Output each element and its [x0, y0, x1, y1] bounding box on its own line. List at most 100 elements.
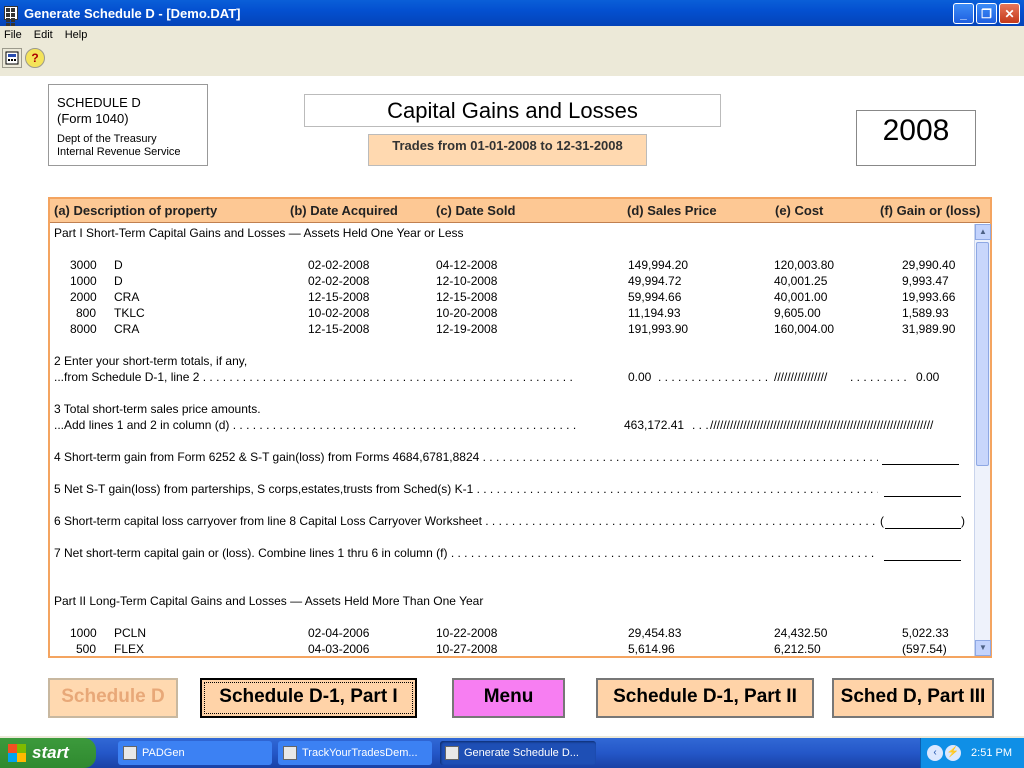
row-symbol: TKLC	[114, 306, 145, 320]
start-button[interactable]: start	[0, 738, 96, 768]
scroll-up-icon[interactable]: ▲	[975, 224, 991, 240]
menu-button[interactable]: Menu	[452, 678, 565, 718]
scroll-down-icon[interactable]: ▼	[975, 640, 991, 656]
sched-d-part3-button[interactable]: Sched D, Part III	[832, 678, 994, 718]
row-date-sold: 10-27-2008	[436, 642, 498, 656]
schedule-d1-part2-button[interactable]: Schedule D-1, Part II	[596, 678, 814, 718]
row-cost: 40,001.25	[774, 274, 828, 288]
taskbar: start PADGen TrackYourTradesDem... Gener…	[0, 738, 1024, 768]
scroll-thumb[interactable]	[976, 242, 989, 466]
line2-leader: . . . . . . . . . . . . . . . . .	[658, 370, 768, 384]
dept-treasury: Dept of the Treasury	[57, 133, 157, 145]
task-label: PADGen	[142, 747, 185, 759]
client-area: SCHEDULE D (Form 1040) Dept of the Treas…	[0, 76, 1024, 736]
row-symbol: D	[114, 274, 123, 288]
line3-label: 3 Total short-term sales price amounts.	[54, 402, 261, 416]
menu-edit[interactable]: Edit	[34, 29, 53, 41]
page-title: Capital Gains and Losses	[304, 94, 721, 127]
window-title: Generate Schedule D - [Demo.DAT]	[24, 5, 241, 21]
grid-body[interactable]: Part I Short-Term Capital Gains and Loss…	[50, 224, 974, 656]
row-symbol: CRA	[114, 322, 140, 336]
line2-label: 2 Enter your short-term totals, if any,	[54, 354, 248, 368]
help-icon[interactable]: ?	[25, 48, 45, 68]
row-gain: 1,589.93	[902, 306, 949, 320]
menu-file[interactable]: File	[4, 29, 22, 41]
network-icon[interactable]: ⚡	[945, 745, 961, 761]
part2-heading: Part II Long-Term Capital Gains and Loss…	[54, 594, 484, 608]
line4-label: 4 Short-term gain from Form 6252 & S-T g…	[54, 450, 878, 464]
row-sales-price: 149,994.20	[628, 258, 689, 272]
row-date-sold: 10-20-2008	[436, 306, 498, 320]
task-trackyourtrades[interactable]: TrackYourTradesDem...	[278, 741, 432, 765]
menu-help[interactable]: Help	[65, 29, 88, 41]
line7-value[interactable]	[884, 560, 961, 561]
line5-value[interactable]	[884, 496, 961, 497]
row-qty: 800	[76, 306, 97, 320]
line3-leader: . . .	[692, 418, 709, 432]
row-sales-price: 59,994.66	[628, 290, 682, 304]
clock: 2:51 PM	[971, 747, 1012, 759]
minimize-button[interactable]: _	[953, 3, 974, 24]
line6-value[interactable]	[885, 528, 961, 529]
line2-leader2: . . . . . . . . . .	[850, 370, 910, 384]
trades-range: Trades from 01-01-2008 to 12-31-2008	[368, 134, 647, 166]
schedule-form-box: SCHEDULE D (Form 1040) Dept of the Treas…	[48, 84, 208, 166]
col-gain-loss: (f) Gain or (loss)	[880, 203, 981, 218]
task-label: Generate Schedule D...	[464, 747, 579, 759]
toolbar: ?	[0, 48, 45, 74]
row-symbol: FLEX	[114, 642, 145, 656]
schedule-grid: (a) Description of property (b) Date Acq…	[48, 197, 992, 658]
row-qty: 2000	[70, 290, 97, 304]
line6-open-paren: (	[880, 514, 884, 528]
row-cost: 6,212.50	[774, 642, 821, 656]
row-cost: 24,432.50	[774, 626, 828, 640]
row-qty: 3000	[70, 258, 97, 272]
row-gain: 19,993.66	[902, 290, 956, 304]
row-cost: 9,605.00	[774, 306, 821, 320]
schedule-d1-part1-button[interactable]: Schedule D-1, Part I	[200, 678, 417, 718]
row-gain: 9,993.47	[902, 274, 949, 288]
dept-irs: Internal Revenue Service	[57, 146, 181, 158]
row-date-acquired: 12-15-2008	[308, 290, 370, 304]
line2-hatch: ////////////////	[774, 370, 828, 384]
row-date-acquired: 04-03-2006	[308, 642, 370, 656]
col-date-sold: (c) Date Sold	[436, 203, 516, 218]
line2-detail: ...from Schedule D-1, line 2 . . . . . .…	[54, 370, 573, 384]
row-cost: 40,001.00	[774, 290, 828, 304]
col-date-acquired: (b) Date Acquired	[290, 203, 398, 218]
form-label: (Form 1040)	[57, 111, 129, 126]
line7-label: 7 Net short-term capital gain or (loss).…	[54, 546, 878, 560]
title-bar[interactable]: Generate Schedule D - [Demo.DAT] _ ❐ ✕	[0, 0, 1024, 32]
document-icon	[283, 746, 297, 760]
schedule-d-button[interactable]: Schedule D	[48, 678, 178, 718]
tray-arrow-icon[interactable]: ‹	[927, 745, 943, 761]
line3-detail: ...Add lines 1 and 2 in column (d) . . .…	[54, 418, 577, 432]
row-date-acquired: 12-15-2008	[308, 322, 370, 336]
line5-label: 5 Net S-T gain(loss) from parterships, S…	[54, 482, 878, 496]
close-button[interactable]: ✕	[999, 3, 1020, 24]
row-date-acquired: 10-02-2008	[308, 306, 370, 320]
row-qty: 8000	[70, 322, 97, 336]
row-date-sold: 12-15-2008	[436, 290, 498, 304]
restore-button[interactable]: ❐	[976, 3, 997, 24]
col-description: (a) Description of property	[54, 203, 218, 218]
row-gain: 5,022.33	[902, 626, 949, 640]
row-sales-price: 5,614.96	[628, 642, 675, 656]
windows-flag-icon	[8, 744, 26, 762]
row-symbol: PCLN	[114, 626, 147, 640]
schedule-label: SCHEDULE D	[57, 95, 141, 110]
line4-value[interactable]	[882, 464, 959, 465]
vertical-scrollbar[interactable]: ▲ ▼	[974, 224, 991, 656]
row-symbol: CRA	[114, 290, 140, 304]
row-gain: 29,990.40	[902, 258, 956, 272]
row-date-sold: 10-22-2008	[436, 626, 498, 640]
line2-price: 0.00	[628, 370, 652, 384]
task-padgen[interactable]: PADGen	[118, 741, 272, 765]
task-generate-schedule-d[interactable]: Generate Schedule D...	[440, 741, 596, 765]
row-sales-price: 49,994.72	[628, 274, 682, 288]
task-label: TrackYourTradesDem...	[302, 747, 418, 759]
calculator-icon[interactable]	[2, 48, 22, 68]
menu-bar: File Edit Help	[0, 26, 1024, 44]
line6-close-paren: )	[961, 514, 965, 528]
line6-label: 6 Short-term capital loss carryover from…	[54, 514, 878, 528]
